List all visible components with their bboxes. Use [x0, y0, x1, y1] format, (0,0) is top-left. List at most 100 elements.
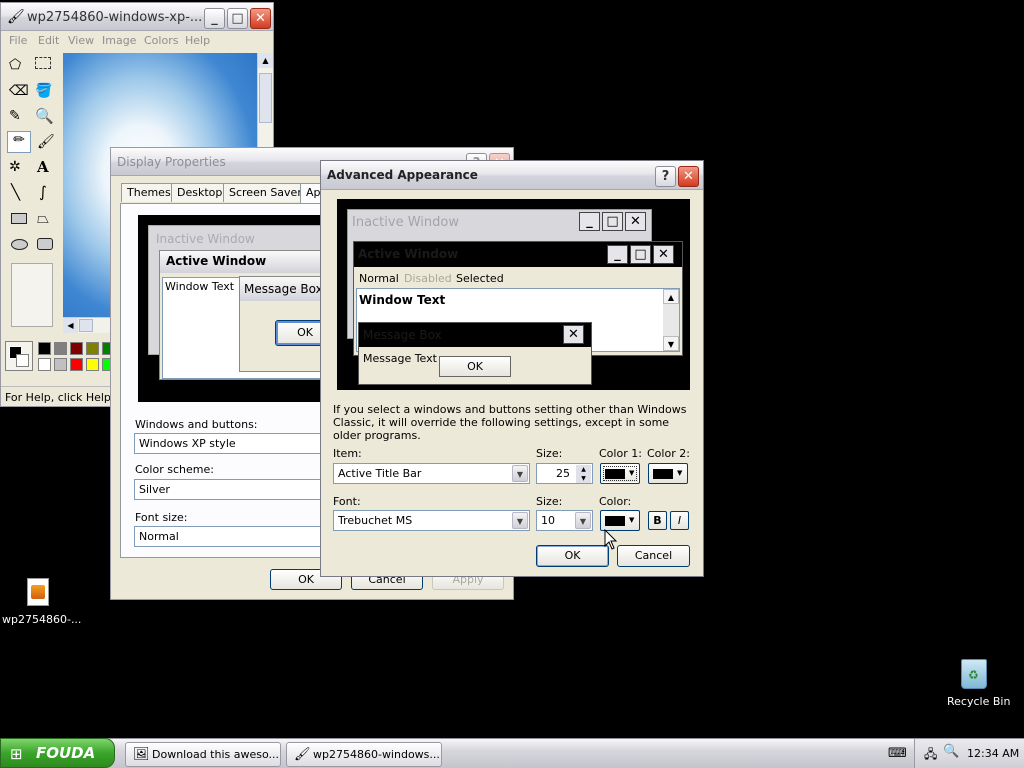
- tab-themes[interactable]: Themes: [121, 183, 177, 202]
- current-colors[interactable]: [5, 341, 33, 371]
- ellipse-icon[interactable]: [11, 239, 28, 250]
- task-label: wp2754860-windows...: [313, 748, 440, 761]
- clock[interactable]: 12:34 AM: [967, 747, 1019, 760]
- menu-file[interactable]: File: [9, 34, 27, 47]
- minimize-button[interactable]: _: [204, 8, 225, 29]
- help-button[interactable]: ?: [655, 166, 676, 187]
- preview-message-title: Message Box: [363, 328, 442, 342]
- desktop-file-icon[interactable]: wp2754860-...: [0, 575, 82, 630]
- airbrush-icon[interactable]: ✲: [9, 159, 21, 175]
- menu-colors[interactable]: Colors: [144, 34, 178, 47]
- spin-down-icon[interactable]: ▼: [576, 474, 591, 483]
- preview-message-title: Message Box: [244, 282, 323, 296]
- curve-icon[interactable]: ∫: [39, 183, 47, 201]
- menu-help[interactable]: Help: [185, 34, 210, 47]
- bold-button[interactable]: B: [648, 511, 667, 530]
- color2-label: Color 2:: [647, 447, 690, 460]
- keyboard-icon[interactable]: ⌨: [888, 746, 907, 761]
- italic-button[interactable]: I: [670, 511, 689, 530]
- paint-app-icon: 🖌: [294, 747, 311, 762]
- rounded-rect-icon[interactable]: [37, 238, 53, 250]
- swatch-gray[interactable]: [54, 342, 67, 355]
- cancel-button[interactable]: Cancel: [617, 545, 690, 567]
- brush-icon[interactable]: 🖌: [37, 134, 55, 150]
- tab-screen-saver[interactable]: Screen Saver: [223, 183, 308, 202]
- preview-inactive-title: Inactive Window: [156, 232, 255, 246]
- color-scheme-select[interactable]: Silver: [134, 479, 324, 500]
- color1-label: Color 1:: [599, 447, 642, 460]
- preview-inactive-close: ✕: [625, 212, 646, 231]
- windows-flag-icon: ⊞: [10, 745, 23, 763]
- fill-icon[interactable]: 🪣: [35, 83, 52, 99]
- paint-title-bar[interactable]: 🖌 wp2754860-windows-xp-... _ □ ✕: [1, 3, 273, 31]
- preview-message-box: Message Box ✕ Message Text OK: [358, 322, 592, 385]
- swatch-silver[interactable]: [54, 358, 67, 371]
- menu-image[interactable]: Image: [102, 34, 136, 47]
- close-button[interactable]: ✕: [250, 8, 271, 29]
- polygon-icon[interactable]: ⏢: [37, 209, 49, 227]
- preview-active-max: □: [630, 245, 651, 264]
- font-size-select[interactable]: Normal: [134, 526, 324, 547]
- tab-desktop[interactable]: Desktop: [171, 183, 229, 202]
- swatch-white[interactable]: [38, 358, 51, 371]
- preview-inactive-title: Inactive Window: [352, 215, 459, 230]
- ok-button[interactable]: OK: [536, 545, 609, 567]
- spin-up-icon[interactable]: ▲: [576, 465, 591, 474]
- display-properties-title: Display Properties: [117, 155, 226, 169]
- item-select[interactable]: Active Title Bar ▼: [333, 463, 530, 484]
- font-color-label: Color:: [599, 495, 632, 508]
- font-select[interactable]: Trebuchet MS ▼: [333, 510, 530, 531]
- windows-buttons-select[interactable]: Windows XP style: [134, 433, 324, 454]
- rectangle-icon[interactable]: [11, 213, 27, 224]
- preview-inactive-min: _: [579, 212, 600, 231]
- line-icon[interactable]: ╲: [11, 183, 20, 201]
- close-button[interactable]: ✕: [678, 166, 699, 187]
- eraser-icon[interactable]: ⌫: [9, 83, 29, 99]
- chevron-down-icon: ▼: [512, 465, 528, 482]
- preview-active-title: Active Window: [358, 247, 459, 261]
- swatch-black[interactable]: [38, 342, 51, 355]
- chevron-down-icon: ▼: [677, 469, 683, 477]
- recycle-bin-label: Recycle Bin: [947, 695, 1011, 708]
- select-icon[interactable]: [35, 57, 51, 69]
- maximize-button[interactable]: □: [227, 8, 248, 29]
- recycle-bin[interactable]: ♻ Recycle Bin: [940, 655, 1010, 710]
- desktop-file-label: wp2754860-...: [2, 613, 82, 626]
- free-select-icon[interactable]: ⬠: [9, 57, 21, 73]
- preview-menu-disabled: Disabled: [404, 272, 452, 285]
- swatch-olive[interactable]: [86, 342, 99, 355]
- advanced-appearance-title-bar[interactable]: Advanced Appearance ? ✕: [321, 161, 703, 190]
- network-icon[interactable]: 🖧: [924, 745, 937, 766]
- swatch-maroon[interactable]: [70, 342, 83, 355]
- color2-button[interactable]: ▼: [648, 463, 688, 484]
- font-size-select[interactable]: 10 ▼: [536, 510, 593, 531]
- pencil-icon[interactable]: ✏: [7, 131, 31, 153]
- swatch-yellow[interactable]: [86, 358, 99, 371]
- magnifier-icon[interactable]: 🔍: [35, 107, 54, 125]
- tool-options-box[interactable]: [11, 263, 53, 327]
- color2-swatch: [653, 469, 673, 479]
- item-size-spinner[interactable]: 25 ▲ ▼: [536, 463, 593, 484]
- hscroll-thumb[interactable]: [79, 319, 93, 332]
- scroll-left-arrow[interactable]: ◀: [63, 318, 78, 333]
- preview-inactive-max: □: [602, 212, 623, 231]
- scroll-up-arrow[interactable]: ▲: [258, 53, 273, 68]
- item-value: Active Title Bar: [338, 467, 422, 480]
- color1-button[interactable]: ▼: [600, 463, 640, 484]
- task-button-paint[interactable]: 🖌 wp2754860-windows...: [286, 742, 442, 767]
- start-button[interactable]: ⊞ FOUDA: [0, 738, 115, 768]
- taskbar: ⊞ FOUDA 🖼 Download this aweso... 🖌 wp275…: [0, 738, 1024, 768]
- menu-edit[interactable]: Edit: [38, 34, 59, 47]
- scroll-thumb[interactable]: [259, 73, 272, 123]
- text-icon[interactable]: A: [37, 158, 49, 176]
- task-button-download[interactable]: 🖼 Download this aweso...: [125, 742, 281, 767]
- advanced-appearance-window: Advanced Appearance ? ✕ Inactive Window …: [320, 160, 704, 577]
- start-label: FOUDA: [36, 744, 96, 762]
- font-value: Trebuchet MS: [338, 514, 413, 527]
- preview-message-title-bar: Message Box ✕: [359, 323, 591, 347]
- menu-view[interactable]: View: [68, 34, 94, 47]
- color-picker-icon[interactable]: ✎: [9, 108, 21, 124]
- search-icon[interactable]: 🔍: [943, 744, 959, 759]
- font-color-button[interactable]: ▼: [600, 510, 640, 531]
- swatch-red[interactable]: [70, 358, 83, 371]
